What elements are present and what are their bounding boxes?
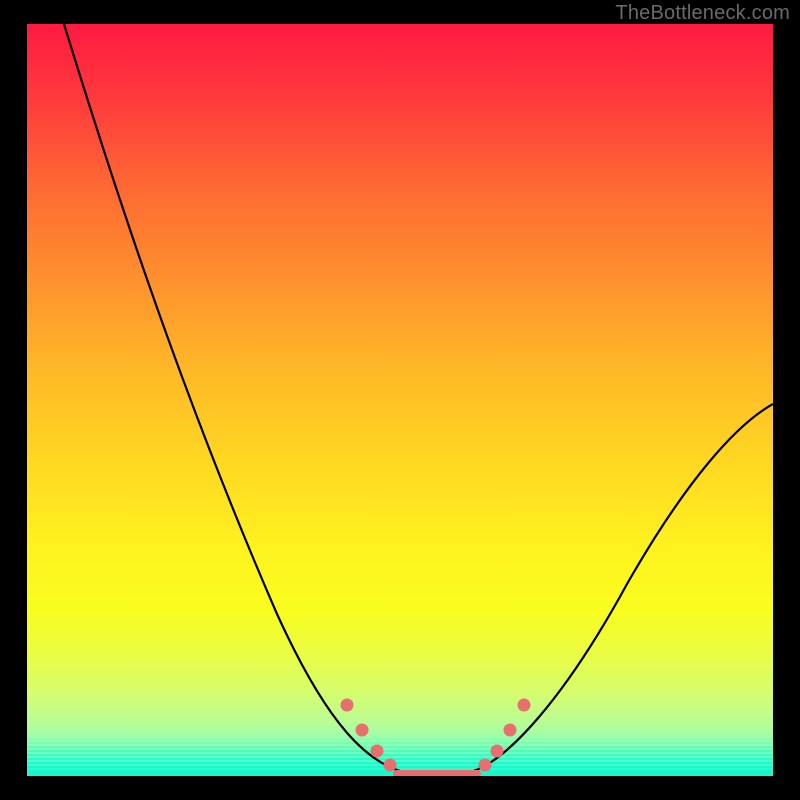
valley-dot <box>356 724 369 737</box>
chart-svg-layer <box>27 24 773 776</box>
valley-dot <box>491 745 504 758</box>
chart-plot-area <box>27 24 773 776</box>
valley-dot <box>371 745 384 758</box>
valley-dot <box>479 759 492 772</box>
valley-underline <box>393 770 481 776</box>
valley-dot <box>518 699 531 712</box>
curve-left <box>64 24 407 773</box>
watermark-text: TheBottleneck.com <box>615 2 790 25</box>
valley-dots-group <box>341 699 531 772</box>
valley-dot <box>504 724 517 737</box>
curve-right <box>467 404 773 773</box>
valley-dot <box>341 699 354 712</box>
valley-dot <box>384 759 397 772</box>
